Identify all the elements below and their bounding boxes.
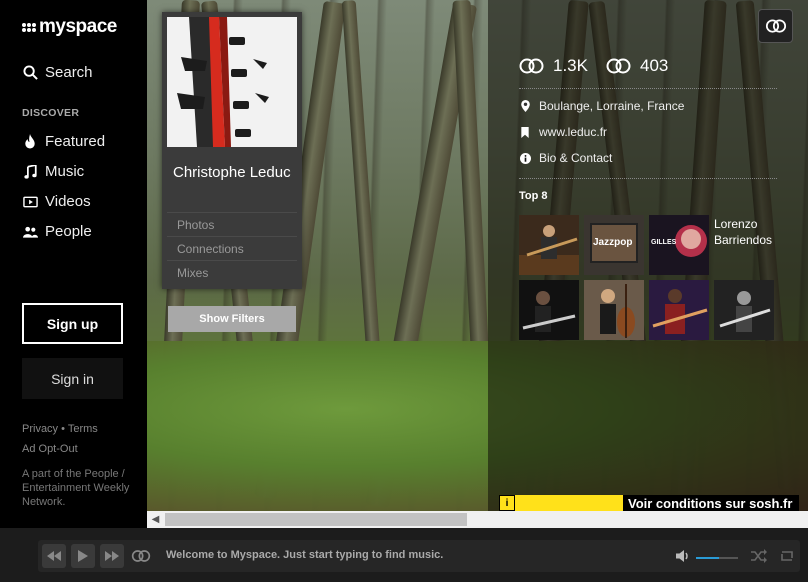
volume-slider[interactable] — [696, 557, 738, 559]
location-text: Boulange, Lorraine, France — [539, 99, 685, 113]
show-filters-button[interactable]: Show Filters — [168, 306, 296, 332]
bio-row[interactable]: Bio & Contact — [519, 151, 612, 165]
location-pin-icon — [519, 100, 531, 112]
myspace-logo[interactable]: myspace — [22, 16, 117, 37]
divider — [519, 88, 777, 89]
profile-link-connections[interactable]: Connections — [167, 236, 297, 260]
welcome-message: Welcome to Myspace. Just start typing to… — [166, 549, 444, 561]
top8-friend-thumbnail[interactable] — [519, 280, 579, 340]
scroll-left-arrow-icon[interactable]: ◀ — [147, 511, 164, 528]
top8-friend-thumbnail[interactable] — [519, 215, 579, 275]
sidebar-item-label: People — [45, 223, 92, 240]
bookmark-icon — [519, 126, 531, 138]
logo-text: myspace — [39, 16, 117, 37]
connect-icon — [765, 19, 786, 33]
play-button[interactable] — [71, 544, 95, 568]
connections-in-stat[interactable]: 1.3K — [519, 56, 588, 76]
top8-hover-name[interactable]: Lorenzo Barriendos — [714, 216, 794, 248]
previous-button[interactable] — [42, 544, 66, 568]
fast-forward-icon — [105, 551, 119, 561]
sidebar: myspace Search DISCOVER Featured Music V… — [0, 0, 147, 528]
music-note-icon — [22, 164, 38, 180]
flame-icon — [22, 134, 38, 150]
ad-color-block — [515, 495, 623, 511]
top8-friend-thumbnail[interactable] — [584, 280, 644, 340]
connections-out-count: 403 — [640, 56, 669, 75]
sidebar-item-label: Music — [45, 163, 85, 180]
repeat-icon[interactable] — [779, 549, 795, 563]
music-player: Welcome to Myspace. Just start typing to… — [0, 528, 808, 582]
bio-contact-link[interactable]: Bio & Contact — [539, 151, 612, 165]
top8-friend-thumbnail[interactable]: Jazzpop — [584, 215, 644, 275]
connect-icon — [131, 550, 151, 562]
sidebar-item-music[interactable]: Music — [22, 163, 84, 180]
sidebar-item-search[interactable]: Search — [22, 64, 93, 81]
video-icon — [22, 194, 38, 210]
link-separator: • — [61, 423, 65, 435]
terms-link[interactable]: Terms — [68, 423, 98, 435]
sidebar-item-people[interactable]: People — [22, 223, 92, 240]
sidebar-item-label: Search — [45, 64, 93, 81]
top8-friend-thumbnail[interactable]: GILLES — [649, 215, 709, 275]
connect-icon — [606, 58, 631, 74]
connect-button[interactable] — [758, 9, 793, 43]
search-icon — [22, 65, 38, 81]
website-link[interactable]: www.leduc.fr — [539, 125, 607, 139]
sign-up-button[interactable]: Sign up — [22, 303, 123, 344]
scrollbar-thumb[interactable] — [165, 513, 467, 526]
thumbnail-caption: GILLES — [651, 239, 677, 246]
top8-heading: Top 8 — [519, 190, 548, 202]
discover-heading: DISCOVER — [22, 107, 80, 119]
player-controls: Welcome to Myspace. Just start typing to… — [38, 540, 800, 572]
profile-link-mixes[interactable]: Mixes — [167, 260, 297, 284]
ad-info-icon[interactable]: i — [499, 495, 515, 511]
rewind-icon — [47, 551, 61, 561]
sidebar-item-featured[interactable]: Featured — [22, 133, 105, 150]
ad-opt-out-link[interactable]: Ad Opt-Out — [22, 439, 98, 459]
next-button[interactable] — [100, 544, 124, 568]
connections-in-count: 1.3K — [553, 56, 588, 75]
horizontal-scrollbar[interactable]: ◀ — [147, 511, 808, 528]
ad-text[interactable]: Voir conditions sur sosh.fr — [628, 496, 792, 511]
website-row[interactable]: www.leduc.fr — [519, 125, 607, 139]
thumbnail-caption: Jazzpop — [593, 237, 633, 248]
location-row: Boulange, Lorraine, France — [519, 99, 684, 113]
profile-name: Christophe Leduc — [173, 164, 291, 181]
play-icon — [78, 550, 88, 562]
sign-in-button[interactable]: Sign in — [22, 358, 123, 399]
volume-level — [696, 557, 720, 559]
info-icon — [519, 152, 531, 164]
divider — [519, 178, 777, 179]
ad-banner[interactable]: i Voir conditions sur sosh.fr — [499, 495, 799, 511]
privacy-link[interactable]: Privacy — [22, 423, 58, 435]
footer-links: Privacy • Terms Ad Opt-Out — [22, 419, 98, 459]
profile-photo[interactable] — [167, 17, 297, 147]
shuffle-icon[interactable] — [751, 549, 767, 563]
profile-card: Christophe Leduc Photos Connections Mixe… — [162, 12, 302, 289]
profile-link-photos[interactable]: Photos — [167, 212, 297, 236]
people-icon — [22, 224, 38, 240]
connections-out-stat[interactable]: 403 — [606, 56, 668, 76]
network-notice: A part of the People / Entertainment Wee… — [22, 468, 130, 508]
top8-friend-thumbnail[interactable] — [649, 280, 709, 340]
top8-friend-thumbnail[interactable] — [714, 280, 774, 340]
connect-track-button[interactable] — [129, 544, 153, 568]
myspace-logo-icon — [22, 22, 36, 32]
sidebar-item-label: Videos — [45, 193, 91, 210]
sidebar-item-label: Featured — [45, 133, 106, 150]
sidebar-item-videos[interactable]: Videos — [22, 193, 91, 210]
volume-icon[interactable] — [676, 549, 690, 563]
connect-icon — [519, 58, 544, 74]
